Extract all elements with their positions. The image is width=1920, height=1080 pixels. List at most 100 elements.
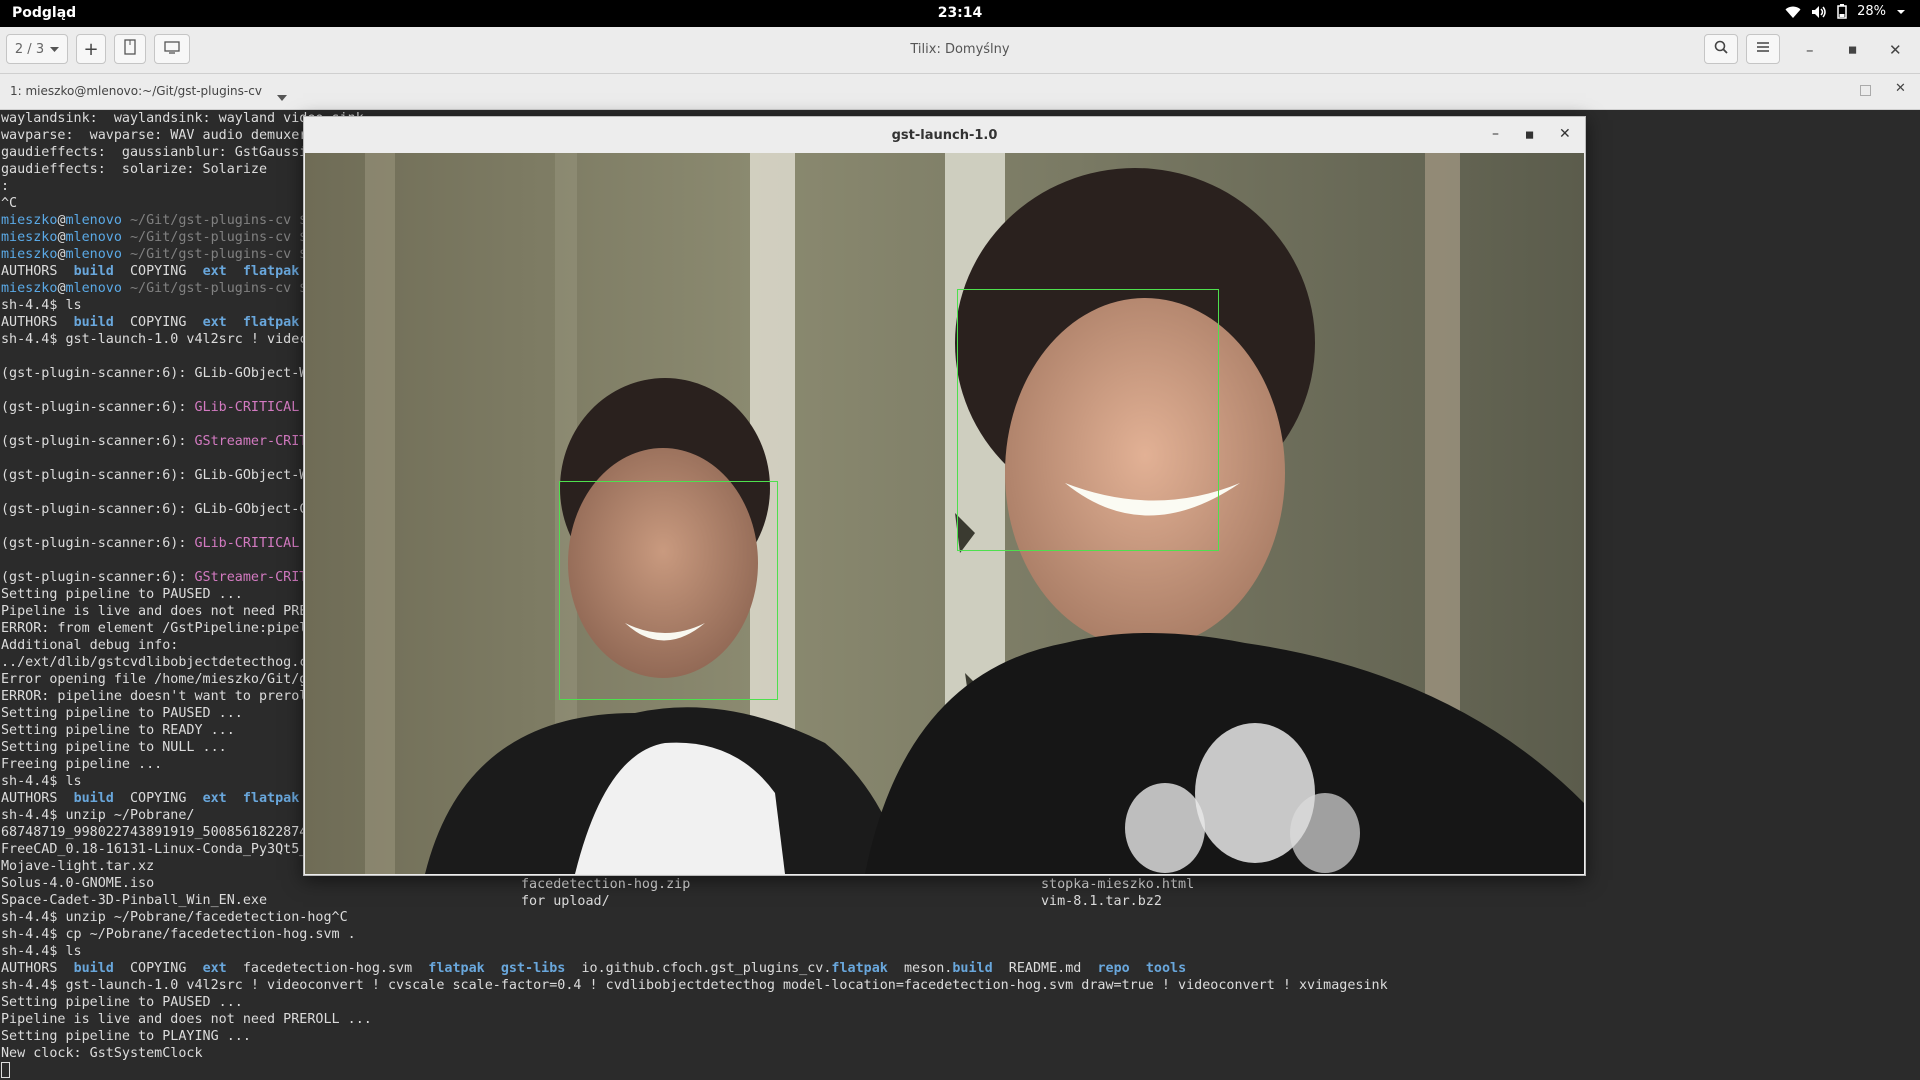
prompt-host: mlenovo (65, 281, 122, 296)
minimize-icon: – (1806, 41, 1814, 59)
terminal-line: Pipeline is live and does not need PRE (1, 604, 308, 619)
menu-button[interactable] (1746, 34, 1780, 64)
terminal-line: AUTHORS build COPYING ext flatpak (1, 264, 300, 279)
terminal-line: Solus-4.0-GNOME.iso (1, 876, 155, 891)
top-bar: Podgląd 23:14 28% (0, 0, 1920, 27)
battery-percent: 28% (1857, 4, 1886, 19)
list-item: facedetection-hog.zip (521, 877, 691, 892)
wifi-icon (1785, 5, 1801, 19)
terminal-line: (gst-plugin-scanner:6): GLib-CRITICAL (1, 400, 300, 415)
prompt-at: @ (57, 247, 66, 262)
terminal-line: (gst-plugin-scanner:6): GStreamer-CRIT (1, 434, 308, 449)
clock[interactable]: 23:14 (0, 5, 1920, 21)
terminal-line: mieszko@mlenovo ~/Git/gst-plugins-cv $ (1, 280, 307, 297)
terminal-close-icon[interactable]: ✕ (1895, 81, 1906, 96)
terminal-line: sh-4.4$ gst-launch-1.0 v4l2src ! videc (1, 332, 308, 347)
maximize-button[interactable]: ◼ (1848, 43, 1857, 56)
terminal-line: Mojave-light.tar.xz (1, 859, 155, 874)
window-title: Tilix: Domyślny (910, 42, 1010, 57)
system-tray[interactable]: 28% (1785, 4, 1906, 19)
video-window-titlebar[interactable]: gst-launch-1.0 – ◼ ✕ (304, 117, 1585, 153)
terminal-line: sh-4.4$ ls (1, 774, 82, 789)
close-button[interactable]: ✕ (1889, 41, 1902, 59)
close-icon: ✕ (1889, 41, 1902, 59)
terminal-line: (gst-plugin-scanner:6): GLib-CRITICAL (1, 536, 300, 551)
battery-icon (1837, 4, 1847, 19)
maximize-icon: ◼ (1525, 128, 1535, 141)
prompt-user: mieszko (1, 213, 58, 228)
terminal-line: Additional debug info: (1, 638, 179, 653)
list-item: for upload/ (521, 894, 610, 909)
terminal-line: (gst-plugin-scanner:6): GStreamer-CRIT (1, 570, 308, 585)
chevron-down-icon[interactable] (277, 87, 287, 106)
list-item: stopka-mieszko.html (1041, 877, 1195, 892)
terminal-line: sh-4.4$ unzip ~/Pobrane/ (1, 808, 195, 823)
webcam-frame-image (305, 153, 1584, 874)
terminal-line: mieszko@mlenovo ~/Git/gst-plugins-cv $ (1, 229, 307, 246)
terminal-line: Setting pipeline to PAUSED ... (1, 706, 243, 721)
prompt-at: @ (57, 230, 66, 245)
maximize-icon: ◼ (1848, 43, 1858, 56)
terminal-line: (gst-plugin-scanner:6): GLib-GObject-W (1, 468, 308, 483)
search-icon (1714, 40, 1728, 58)
terminal-line: ^C (1, 196, 18, 211)
prompt-path: ~/Git/gst-plugins-cv $ (121, 213, 308, 228)
terminal-title[interactable]: 1: mieszko@mlenovo:~/Git/gst-plugins-cv (10, 84, 262, 98)
prompt-user: mieszko (1, 247, 58, 262)
terminal-line: New clock: GstSystemClock (1, 1046, 203, 1061)
video-window[interactable]: gst-launch-1.0 – ◼ ✕ (303, 116, 1586, 876)
terminal-line: (gst-plugin-scanner:6): GLib-GObject-C (1, 502, 308, 517)
terminal-line: Setting pipeline to PAUSED ... (1, 587, 243, 602)
hamburger-menu-icon (1756, 41, 1770, 57)
prompt-user: mieszko (1, 230, 58, 245)
prompt-at: @ (57, 213, 66, 228)
terminal-line: Setting pipeline to READY ... (1, 723, 235, 738)
terminal-line: AUTHORS build COPYING ext facedetection-… (1, 961, 1187, 976)
terminal-line: sh-4.4$ gst-launch-1.0 v4l2src ! videoco… (1, 978, 1388, 993)
terminal-line: : (1, 179, 10, 194)
terminal-line: sh-4.4$ ls (1, 298, 82, 313)
terminal-line: sh-4.4$ ls (1, 944, 82, 959)
terminal-line: Pipeline is live and does not need PRERO… (1, 1012, 372, 1027)
terminal-line: ../ext/dlib/gstcvdlibobjectdetecthog.c (1, 655, 308, 670)
prompt-host: mlenovo (65, 230, 122, 245)
video-window-title: gst-launch-1.0 (891, 128, 998, 143)
prompt-path: ~/Git/gst-plugins-cv $ (121, 247, 308, 262)
prompt-path: ~/Git/gst-plugins-cv $ (121, 281, 308, 296)
terminal-title-bar: 1: mieszko@mlenovo:~/Git/gst-plugins-cv … (0, 74, 1920, 110)
terminal-line: Setting pipeline to PLAYING ... (1, 1029, 251, 1044)
terminal-line: FreeCAD_0.18-16131-Linux-Conda_Py3Qt5_ (1, 842, 308, 857)
webcam-video-feed (305, 153, 1584, 874)
minimize-button[interactable]: – (1806, 41, 1814, 59)
tilix-header-bar: 2 / 3 + Tilix: Domyślny – ◼ ✕ (0, 27, 1920, 74)
volume-icon (1811, 5, 1827, 19)
video-close-button[interactable]: ✕ (1559, 126, 1571, 142)
close-icon: ✕ (1559, 126, 1571, 142)
terminal-line: mieszko@mlenovo ~/Git/gst-plugins-cv $ (1, 212, 307, 229)
terminal-line: mieszko@mlenovo ~/Git/gst-plugins-cv $ (1, 246, 307, 263)
video-minimize-button[interactable]: – (1492, 126, 1499, 142)
terminal-line: sh-4.4$ cp ~/Pobrane/facedetection-hog.s… (1, 927, 356, 942)
face-detection-box (957, 289, 1219, 551)
terminal-line: AUTHORS build COPYING ext flatpak (1, 315, 300, 330)
terminal-line: ERROR: pipeline doesn't want to prerol (1, 689, 308, 704)
terminal-maximize-icon[interactable] (1860, 85, 1871, 96)
terminal-line: gaudieffects: solarize: Solarize (1, 162, 268, 177)
prompt-user: mieszko (1, 281, 58, 296)
terminal-cursor (1, 1062, 10, 1078)
prompt-path: ~/Git/gst-plugins-cv $ (121, 230, 308, 245)
terminal-line: Space-Cadet-3D-Pinball_Win_EN.exe (1, 893, 268, 908)
terminal-line: AUTHORS build COPYING ext flatpak (1, 791, 300, 806)
list-item: vim-8.1.tar.bz2 (1041, 894, 1162, 909)
terminal-line: ERROR: from element /GstPipeline:pipel (1, 621, 308, 636)
prompt-host: mlenovo (65, 213, 122, 228)
terminal-line: 68748719_998022743891919_5008561822874 (1, 825, 308, 840)
terminal-line: sh-4.4$ unzip ~/Pobrane/facedetection-ho… (1, 910, 348, 925)
minimize-icon: – (1492, 126, 1499, 142)
chevron-down-icon (1896, 8, 1906, 16)
search-button[interactable] (1704, 34, 1738, 64)
video-maximize-button[interactable]: ◼ (1525, 128, 1534, 141)
terminal-line: Freeing pipeline ... (1, 757, 163, 772)
prompt-at: @ (57, 281, 66, 296)
terminal-line: Setting pipeline to PAUSED ... (1, 995, 243, 1010)
